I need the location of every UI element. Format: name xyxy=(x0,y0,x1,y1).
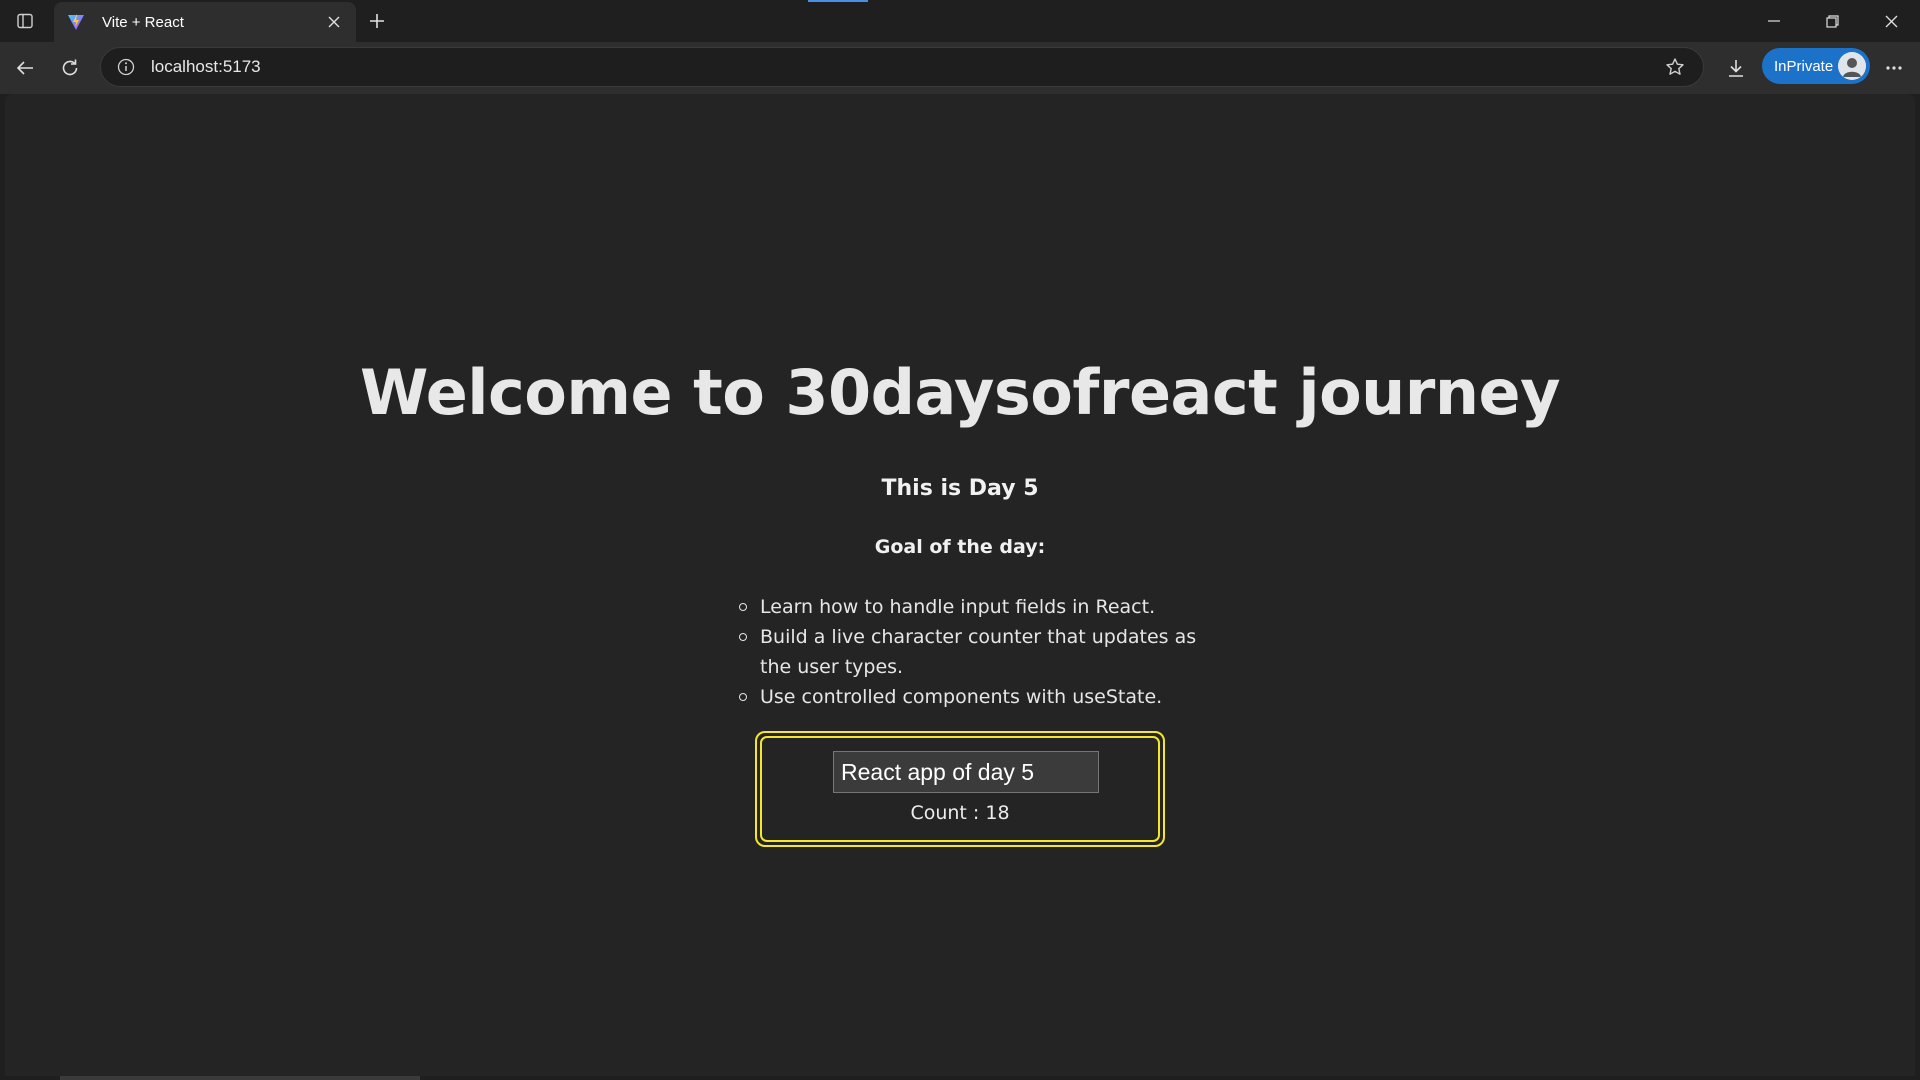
tab-strip: Vite + React xyxy=(0,0,1920,42)
counter-inner-border: Count : 18 xyxy=(760,736,1160,842)
reload-icon[interactable] xyxy=(54,52,86,84)
favorite-star-icon[interactable] xyxy=(1661,53,1689,81)
restore-icon[interactable] xyxy=(1803,0,1861,42)
page-title: Welcome to 30daysofreact journey xyxy=(360,356,1560,429)
address-bar[interactable]: localhost:5173 xyxy=(100,47,1704,87)
inprivate-profile-button[interactable]: InPrivate xyxy=(1762,48,1870,84)
site-info-icon[interactable] xyxy=(115,56,137,78)
download-icon[interactable] xyxy=(1720,52,1752,84)
day-heading: This is Day 5 xyxy=(881,476,1039,501)
more-options-icon[interactable] xyxy=(1878,52,1910,84)
vite-logo-icon xyxy=(66,12,86,32)
goal-heading: Goal of the day: xyxy=(874,536,1046,558)
count-label: Count : 18 xyxy=(910,802,1010,824)
new-tab-icon[interactable] xyxy=(362,6,392,36)
goal-item: Learn how to handle input fields in Reac… xyxy=(739,592,1220,622)
minimize-icon[interactable] xyxy=(1745,0,1803,42)
goal-list: Learn how to handle input fields in Reac… xyxy=(739,592,1220,712)
browser-tab-active[interactable]: Vite + React xyxy=(54,2,356,42)
avatar xyxy=(1838,52,1866,80)
browser-toolbar: localhost:5173 InPrivate xyxy=(0,42,1920,94)
inprivate-label: InPrivate xyxy=(1774,57,1834,75)
tab-actions-icon[interactable] xyxy=(10,6,40,36)
goal-item: Use controlled components with useState. xyxy=(739,682,1220,712)
drag-indicator xyxy=(808,0,868,2)
character-counter-card: Count : 18 xyxy=(755,731,1165,847)
address-url[interactable]: localhost:5173 xyxy=(151,57,1661,77)
horizontal-scrollbar[interactable] xyxy=(60,1076,420,1080)
text-input[interactable] xyxy=(833,751,1099,793)
tab-title: Vite + React xyxy=(102,13,184,31)
close-tab-icon[interactable] xyxy=(322,10,346,34)
goal-item: Build a live character counter that upda… xyxy=(739,622,1220,682)
page-viewport: Welcome to 30daysofreact journey This is… xyxy=(5,94,1915,1076)
back-arrow-icon[interactable] xyxy=(9,52,41,84)
close-window-icon[interactable] xyxy=(1862,0,1920,42)
